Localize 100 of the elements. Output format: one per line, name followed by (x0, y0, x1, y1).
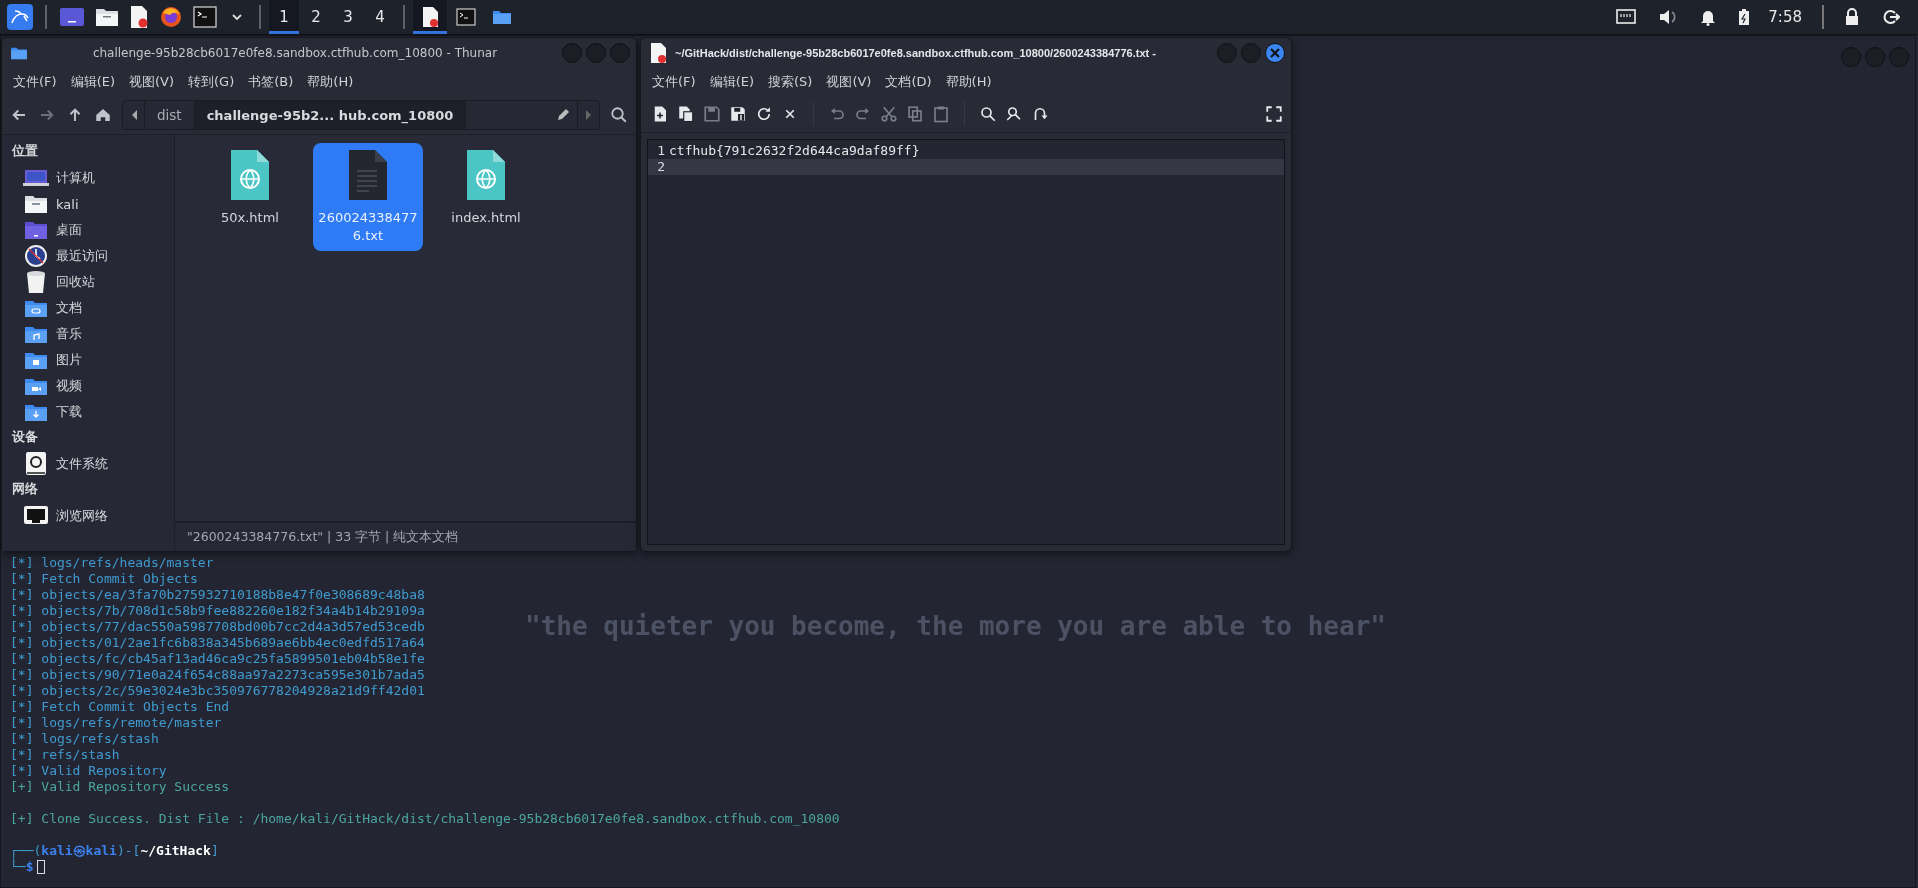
menu-item[interactable]: 视图(V) (819, 70, 879, 94)
sidebar-item[interactable]: 图片 (2, 347, 174, 373)
menu-item[interactable]: 文件(F) (6, 70, 64, 94)
clock[interactable]: 7:58 (1762, 8, 1808, 26)
close-button[interactable] (1265, 43, 1285, 63)
workspace-button[interactable]: 4 (365, 0, 395, 34)
menu-item[interactable]: 文件(F) (645, 70, 703, 94)
copy-icon (906, 105, 924, 123)
task-button[interactable] (413, 0, 447, 34)
home-icon (94, 106, 112, 124)
prompt-frame: └─ (10, 859, 26, 875)
menu-item[interactable]: 转到(G) (181, 70, 242, 94)
search-icon (979, 105, 997, 123)
document-icon (421, 6, 439, 28)
laptop-icon (23, 167, 49, 189)
sidebar-item[interactable]: kali (2, 191, 174, 217)
terminal-line: [+] Valid Repository Success (10, 779, 230, 795)
prompt-frame: ┌──( (10, 843, 42, 859)
close-icon (1269, 47, 1281, 59)
floppy-pencil-icon (729, 105, 747, 123)
prompt-symbol: $ (25, 859, 34, 875)
terminal-line: [*] objects/01/2ae1fc6b838a345b689ae6bb4ec0edfd517a64 (10, 635, 425, 651)
line-text: ctfhub{791c2632f2d644ca9daf89ff} (669, 143, 920, 159)
home-folder-icon (23, 193, 49, 215)
sidebar-item[interactable]: 计算机 (2, 165, 174, 191)
clock-icon (24, 244, 48, 268)
document-icon (129, 5, 149, 29)
terminal-line: [*] refs/stash (10, 747, 120, 763)
scissors-icon (880, 105, 898, 123)
file-item[interactable]: index.html (431, 143, 541, 233)
prompt-frame: ] (210, 843, 219, 859)
dragon-logo-icon (7, 4, 33, 30)
terminal-line: [*] logs/refs/stash (10, 731, 159, 747)
logout-icon (1882, 8, 1900, 26)
window-title: challenge-95b28cb6017e0fe8.sandbox.ctfhub.com_10800 - Thunar (91, 46, 499, 60)
sidebar-item[interactable]: 视频 (2, 373, 174, 399)
caret-right-icon (584, 109, 593, 121)
prompt-user: kali㉿kali (41, 843, 117, 859)
workspace-button[interactable]: 1 (269, 0, 299, 34)
menu-item[interactable]: 帮助(H) (938, 70, 999, 94)
clipboard-icon (932, 105, 950, 123)
line-number: 2 (656, 159, 666, 175)
monitor-icon (59, 7, 85, 27)
sidebar-heading: 位置 (10, 142, 39, 160)
documents-icon (677, 105, 695, 123)
workspace-button[interactable]: 2 (301, 0, 331, 34)
terminal-line: [+] Clone Success. Dist File : /home/kali/GitHack/dist/challenge-95b28cb6017e0fe8.sandbox.ctfhub.com_10800 (10, 811, 840, 827)
fullscreen-icon (1265, 105, 1283, 123)
reload-icon (755, 105, 773, 123)
browser-icon (159, 5, 183, 29)
sidebar-item[interactable]: 音乐 (2, 321, 174, 347)
text-cursor (37, 860, 46, 874)
drive-icon (24, 451, 48, 477)
folder-icon (95, 7, 119, 27)
sidebar-item[interactable]: 回收站 (2, 269, 174, 295)
line-number: 1 (656, 143, 666, 159)
terminal-line: [*] objects/fc/cb45af13ad46ca9c25fa5899501eb04b58e1fe (10, 651, 425, 667)
terminal-icon (456, 8, 476, 26)
menu-item[interactable]: 书签(B) (241, 70, 301, 94)
menu-item[interactable]: 编辑(E) (702, 70, 761, 94)
search-icon (610, 106, 628, 124)
lock-icon (1844, 8, 1860, 26)
sidebar-item[interactable]: 文档 (2, 295, 174, 321)
trash-icon (25, 270, 47, 294)
document-icon (649, 42, 667, 64)
desktop-folder-icon (23, 219, 49, 241)
sidebar-item[interactable]: 桌面 (2, 217, 174, 243)
bell-icon (1700, 8, 1717, 26)
folder-icon (492, 9, 512, 25)
terminal-line: [*] objects/2c/59e3024e3bc350976778204928a21d9ff42d01 (10, 683, 425, 699)
text-area[interactable]: 1 ctfhub{791c2632f2d644ca9daf89ff} 2 (647, 139, 1285, 545)
menu-item[interactable]: 视图(V) (122, 70, 182, 94)
sidebar-item[interactable]: 最近访问 (2, 243, 174, 269)
sidebar-item[interactable]: 下载 (2, 399, 174, 425)
file-item[interactable]: 50x.html (195, 143, 305, 233)
pencil-icon (556, 108, 570, 122)
terminal-line: [*] objects/77/dac550a5987708bd00b7cc2d4a3d57ed53cedb (10, 619, 425, 635)
folder-icon (10, 46, 28, 60)
window-title: ~/GitHack/dist/challenge-95b28cb6017e0fe8.sandbox.ctfhub.com_10800/2600243384776.txt - (675, 47, 1156, 59)
workspace-button[interactable]: 3 (333, 0, 363, 34)
menu-item[interactable]: 编辑(E) (63, 70, 122, 94)
terminal-line: [*] objects/ea/3fa70b275932710188b8e47f0e308689c48ba8 (10, 587, 425, 603)
sidebar-item[interactable]: 文件系统 (2, 451, 174, 477)
network-icon (1616, 9, 1637, 25)
menu-item[interactable]: 搜索(S) (761, 70, 820, 94)
path-button[interactable]: challenge-95b2... hub.com_10800 (194, 101, 467, 129)
floppy-icon (703, 105, 721, 123)
sidebar-heading: 设备 (11, 428, 39, 446)
menu-item[interactable]: 文档(D) (878, 70, 939, 94)
menu-item[interactable]: 帮助(H) (300, 70, 361, 94)
battery-icon (1738, 8, 1751, 26)
file-item[interactable]: 2600243384776.txt (313, 143, 423, 251)
web-file-icon (228, 147, 272, 203)
path-button[interactable]: dist (145, 101, 195, 129)
web-file-icon (464, 147, 508, 203)
terminal-line: [*] objects/7b/708d1c58b9fee882260e182f34a4b14b29109a (10, 603, 425, 619)
terminal-line: [*] Valid Repository (10, 763, 167, 779)
sidebar-item[interactable]: 浏览网络 (2, 503, 174, 529)
terminal-line: [*] Fetch Commit Objects End (10, 699, 230, 715)
status-text: "2600243384776.txt" | 33 字节 | 纯文本文档 (187, 528, 459, 546)
